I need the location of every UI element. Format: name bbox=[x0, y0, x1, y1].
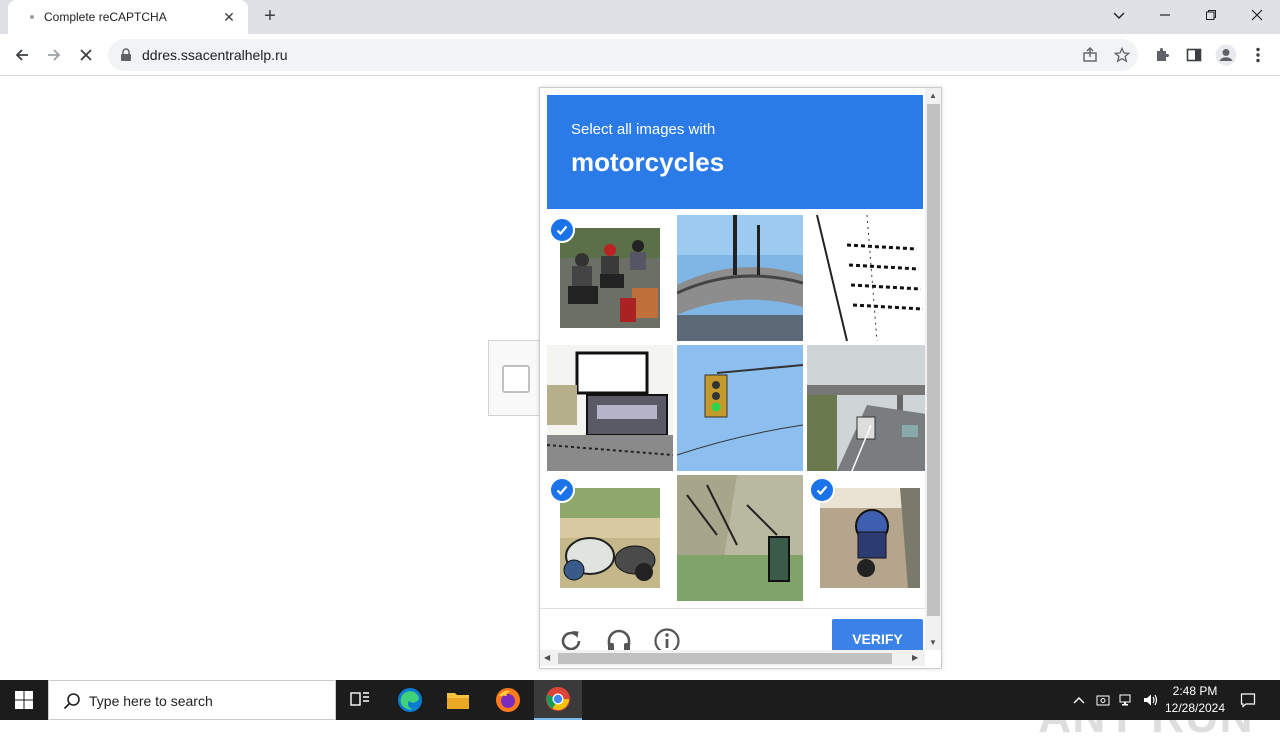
scroll-right-arrow-icon[interactable]: ▶ bbox=[912, 653, 918, 662]
taskbar-clock[interactable]: 2:48 PM 12/28/2024 bbox=[1160, 683, 1230, 717]
recaptcha-anchor bbox=[488, 340, 542, 416]
captcha-tile[interactable] bbox=[677, 475, 803, 601]
scroll-up-arrow-icon[interactable]: ▲ bbox=[929, 91, 937, 100]
show-hidden-icons-chevron-icon[interactable] bbox=[1068, 680, 1090, 720]
clock-date: 12/28/2024 bbox=[1164, 701, 1226, 715]
captcha-tile[interactable] bbox=[547, 215, 673, 341]
close-window-button[interactable] bbox=[1234, 0, 1280, 30]
share-icon[interactable] bbox=[1082, 47, 1098, 63]
selected-check-icon bbox=[809, 477, 835, 503]
selected-check-icon bbox=[549, 217, 575, 243]
browser-tab[interactable]: Complete reCAPTCHA ✕ bbox=[8, 0, 248, 34]
edge-browser-icon[interactable] bbox=[386, 680, 434, 720]
extensions-icon[interactable] bbox=[1148, 41, 1176, 69]
captcha-tile[interactable] bbox=[807, 215, 933, 341]
profile-avatar-icon[interactable] bbox=[1212, 41, 1240, 69]
tab-strip: Complete reCAPTCHA ✕ + bbox=[0, 0, 1280, 34]
page-content: Select all images with motorcycles VERIF… bbox=[0, 77, 1280, 742]
captcha-tile[interactable] bbox=[807, 345, 933, 471]
captcha-instruction: Select all images with bbox=[571, 121, 716, 138]
taskbar-search-box[interactable]: Type here to search bbox=[48, 680, 336, 720]
tile-image-traffic-light bbox=[677, 345, 803, 471]
windows-start-button[interactable] bbox=[0, 680, 48, 720]
tile-image-highway bbox=[807, 345, 933, 471]
back-button[interactable] bbox=[8, 41, 36, 69]
tile-image-road-markings bbox=[807, 215, 933, 341]
captcha-tile[interactable] bbox=[677, 345, 803, 471]
close-tab-icon[interactable]: ✕ bbox=[220, 8, 238, 26]
tile-image-trees-pavement bbox=[677, 475, 803, 601]
url-text: ddres.ssacentralhelp.ru bbox=[142, 47, 288, 63]
bookmark-star-icon[interactable] bbox=[1114, 47, 1130, 63]
search-icon bbox=[63, 693, 80, 710]
selected-check-icon bbox=[549, 477, 575, 503]
captcha-header: Select all images with motorcycles bbox=[547, 95, 923, 209]
clock-time: 2:48 PM bbox=[1172, 684, 1218, 698]
firefox-icon[interactable] bbox=[484, 680, 532, 720]
scroll-left-arrow-icon[interactable]: ◀ bbox=[544, 653, 550, 662]
tab-search-chevron-icon[interactable] bbox=[1096, 0, 1142, 30]
search-placeholder: Type here to search bbox=[89, 693, 213, 709]
menu-kebab-icon[interactable] bbox=[1244, 41, 1272, 69]
captcha-challenge-frame: Select all images with motorcycles VERIF… bbox=[539, 87, 942, 669]
captcha-tile[interactable] bbox=[807, 475, 933, 601]
horizontal-scroll-thumb[interactable] bbox=[558, 653, 892, 664]
captcha-target-object: motorcycles bbox=[571, 147, 725, 177]
tile-image-overpass bbox=[677, 215, 803, 341]
captcha-tile[interactable] bbox=[547, 345, 673, 471]
windows-logo-icon bbox=[15, 691, 33, 709]
file-explorer-icon[interactable] bbox=[434, 680, 482, 720]
browser-toolbar: ddres.ssacentralhelp.ru bbox=[0, 34, 1280, 76]
captcha-tile[interactable] bbox=[677, 215, 803, 341]
windows-taskbar: Type here to search 2:48 PM 12/28/2024 bbox=[0, 680, 1280, 720]
forward-button[interactable] bbox=[40, 41, 68, 69]
horizontal-scrollbar[interactable]: ◀ ▶ bbox=[540, 650, 925, 666]
address-bar[interactable]: ddres.ssacentralhelp.ru bbox=[108, 39, 1138, 71]
side-panel-icon[interactable] bbox=[1180, 41, 1208, 69]
vertical-scroll-thumb[interactable] bbox=[927, 104, 940, 616]
new-tab-button[interactable]: + bbox=[258, 5, 282, 29]
meet-now-icon[interactable] bbox=[1092, 680, 1114, 720]
volume-icon[interactable] bbox=[1140, 680, 1162, 720]
restore-button[interactable] bbox=[1188, 0, 1234, 30]
notifications-icon[interactable] bbox=[1234, 680, 1262, 720]
chrome-icon[interactable] bbox=[534, 680, 582, 720]
network-icon[interactable] bbox=[1116, 680, 1138, 720]
tile-image-motorcycle-road bbox=[820, 488, 920, 588]
task-view-icon[interactable] bbox=[336, 680, 384, 720]
tab-title: Complete reCAPTCHA bbox=[44, 10, 167, 24]
tile-image-scooters bbox=[560, 488, 660, 588]
minimize-button[interactable] bbox=[1142, 0, 1188, 30]
stop-loading-button[interactable] bbox=[72, 41, 100, 69]
captcha-tile[interactable] bbox=[547, 475, 673, 601]
vertical-scrollbar[interactable]: ▲ ▼ bbox=[925, 88, 941, 650]
scroll-down-arrow-icon[interactable]: ▼ bbox=[929, 638, 937, 647]
lock-icon bbox=[121, 48, 131, 61]
tile-image-motorcyclists bbox=[560, 228, 660, 328]
tile-image-cars bbox=[547, 345, 673, 471]
recaptcha-checkbox[interactable] bbox=[502, 365, 530, 393]
page-favicon-icon bbox=[30, 15, 34, 19]
